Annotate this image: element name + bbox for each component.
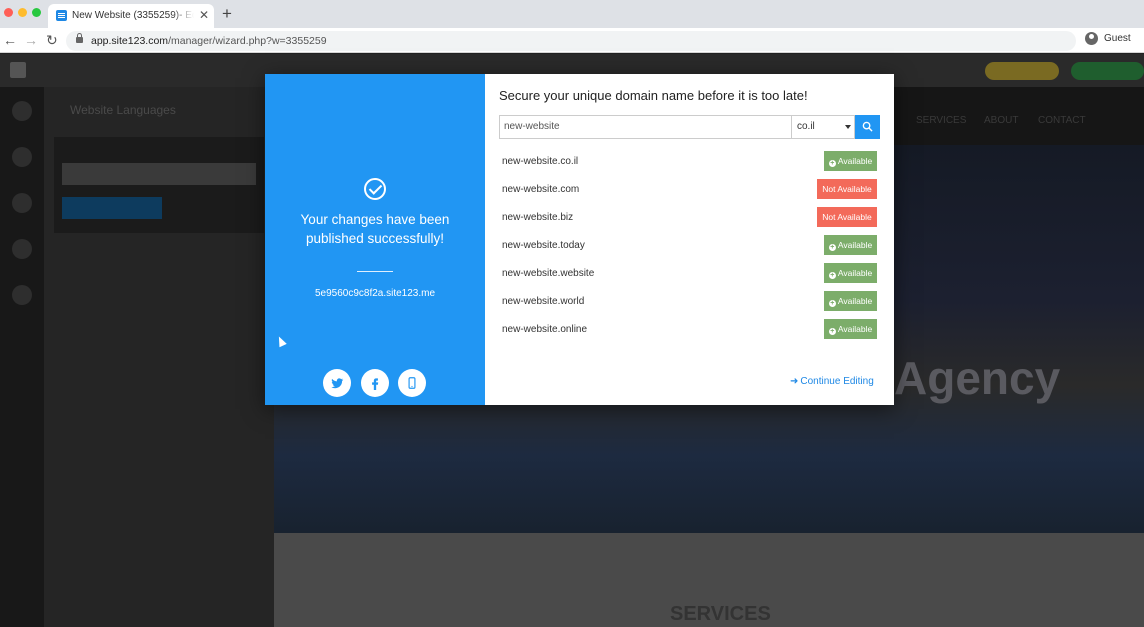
preview-nav-services: SERVICES [916, 115, 967, 126]
domain-name: new-website.today [502, 240, 585, 251]
domain-row: new-website.biz Not Available [502, 207, 877, 229]
rail-edit-icon [12, 193, 32, 213]
domain-heading: Secure your unique domain name before it… [499, 88, 808, 103]
close-window-button[interactable] [4, 8, 13, 17]
rail-apps-icon [12, 285, 32, 305]
tld-select[interactable]: co.il [791, 115, 855, 139]
domain-name: new-website.co.il [502, 156, 579, 167]
publish-success-modal: Your changes have been published success… [265, 74, 894, 405]
domain-name: new-website.com [502, 184, 580, 195]
check-circle-icon [364, 178, 386, 200]
browser-tab[interactable]: New Website (3355259)- Editor ✕ [48, 4, 214, 28]
facebook-icon [372, 378, 379, 390]
forward-arrow-icon[interactable]: → [24, 30, 38, 50]
twitter-share-button[interactable] [323, 369, 351, 397]
arrow-right-icon: ➜ [790, 376, 799, 387]
available-button[interactable]: + Available [824, 263, 877, 283]
reload-icon[interactable]: ↻ [46, 30, 58, 50]
domain-row: new-website.online + Available [502, 319, 877, 341]
domain-row: new-website.co.il + Available [502, 151, 877, 173]
panel-button [62, 197, 162, 219]
plus-circle-icon: + [828, 300, 836, 307]
plus-circle-icon: + [828, 244, 836, 251]
tab-close-icon[interactable]: ✕ [199, 8, 209, 22]
published-site-url[interactable]: 5e9560c9c8f2a.site123.me [275, 288, 475, 299]
available-button[interactable]: + Available [824, 235, 877, 255]
domain-name: new-website.world [502, 296, 585, 307]
mobile-share-button[interactable] [398, 369, 426, 397]
preview-nav-about: ABOUT [984, 115, 1019, 126]
editor-side-panel: Website Languages [44, 87, 274, 627]
twitter-icon [331, 378, 344, 389]
domain-name: new-website.online [502, 324, 588, 335]
rail-settings-icon [12, 239, 32, 259]
domain-row: new-website.today + Available [502, 235, 877, 257]
lock-icon [76, 33, 83, 43]
menu-icon [10, 62, 26, 78]
tld-selected-value: co.il [797, 121, 815, 132]
domain-row: new-website.com Not Available [502, 179, 877, 201]
browser-tab-bar: New Website (3355259)- Editor ✕ + [0, 0, 1144, 28]
site123-favicon-icon [56, 10, 67, 21]
available-button[interactable]: + Available [824, 319, 877, 339]
phone-icon [408, 377, 416, 389]
domain-row: new-website.world + Available [502, 291, 877, 313]
not-available-badge: Not Available [817, 179, 877, 199]
available-button[interactable]: + Available [824, 291, 877, 311]
publish-button [1071, 62, 1144, 80]
preview-nav-contact: CONTACT [1038, 115, 1086, 126]
domain-search-button[interactable] [855, 115, 880, 139]
rail-design-icon [12, 147, 32, 167]
available-button[interactable]: + Available [824, 151, 877, 171]
divider [357, 271, 393, 272]
maximize-window-button[interactable] [32, 8, 41, 17]
panel-title: Website Languages [70, 103, 176, 117]
tab-title: New Website (3355259)- Editor [72, 10, 194, 21]
success-message: Your changes have been published success… [300, 212, 450, 246]
domain-search-panel: Secure your unique domain name before it… [485, 74, 894, 405]
url-field[interactable]: app.site123.com/manager/wizard.php?w=335… [66, 31, 1076, 51]
modal-success-panel: Your changes have been published success… [265, 74, 485, 405]
user-icon [1085, 32, 1098, 45]
domain-name: new-website.biz [502, 212, 574, 223]
preview-button [985, 62, 1059, 80]
plus-circle-icon: + [828, 328, 836, 335]
address-bar: ← → ↻ app.site123.com/manager/wizard.php… [0, 28, 1144, 53]
chevron-down-icon [845, 125, 851, 129]
domain-name: new-website.website [502, 268, 595, 279]
url-text: app.site123.com/manager/wizard.php?w=335… [91, 35, 327, 47]
plus-circle-icon: + [828, 160, 836, 167]
profile-label: Guest [1104, 33, 1131, 44]
language-select [62, 163, 256, 185]
editor-side-rail [0, 87, 44, 627]
minimize-window-button[interactable] [18, 8, 27, 17]
domain-row: new-website.website + Available [502, 263, 877, 285]
not-available-badge: Not Available [817, 207, 877, 227]
search-icon [862, 121, 873, 132]
back-arrow-icon[interactable]: ← [3, 30, 17, 50]
new-tab-button[interactable]: + [222, 4, 232, 24]
rail-pages-icon [12, 101, 32, 121]
domain-search-input[interactable]: new-website [499, 115, 792, 139]
facebook-share-button[interactable] [361, 369, 389, 397]
plus-circle-icon: + [828, 272, 836, 279]
continue-editing-link[interactable]: ➜ Continue Editing [790, 376, 874, 387]
services-title: SERVICES [670, 603, 771, 625]
preview-services-section: SERVICES [274, 533, 1144, 627]
hero-heading: Agency [894, 352, 1061, 404]
